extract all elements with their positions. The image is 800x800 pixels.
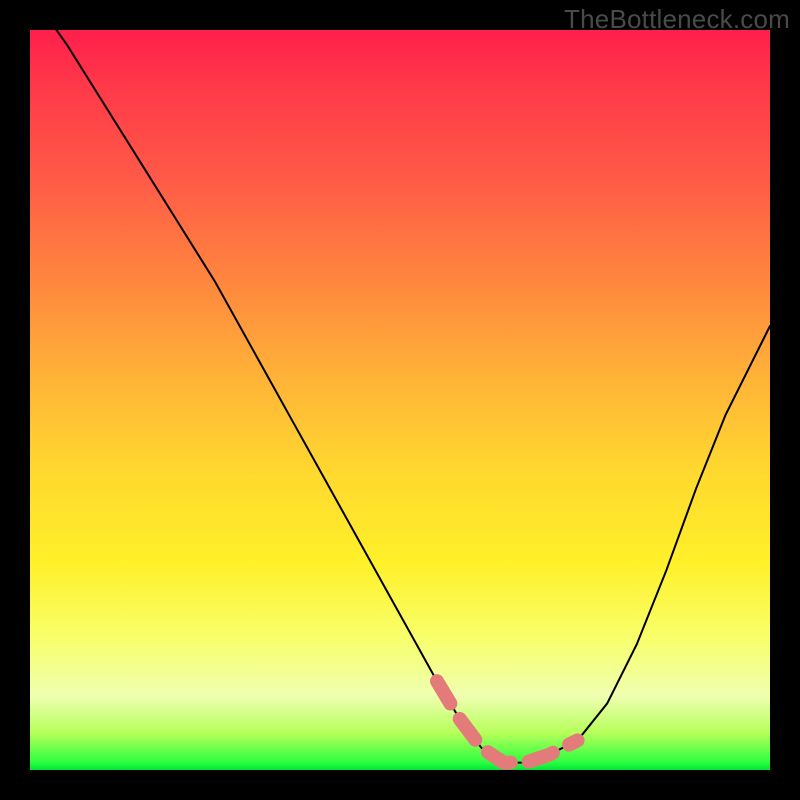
watermark-label: TheBottleneck.com	[564, 4, 790, 35]
chart-frame: TheBottleneck.com	[0, 0, 800, 800]
valley-highlight	[437, 681, 578, 762]
plot-area	[30, 30, 770, 770]
bottleneck-curve	[30, 30, 770, 763]
curve-layer	[30, 30, 770, 770]
